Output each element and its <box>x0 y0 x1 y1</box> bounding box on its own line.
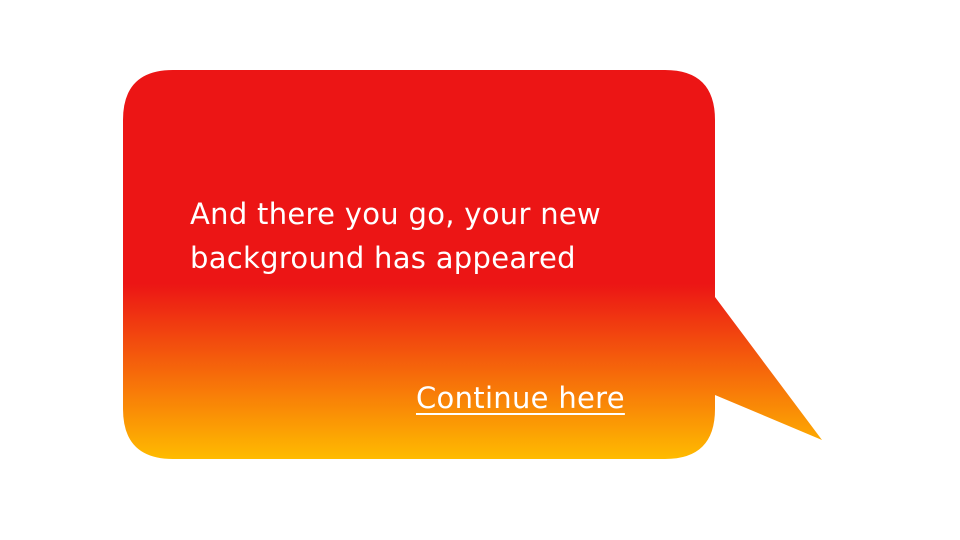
bubble-message: And there you go, your new background ha… <box>190 197 602 275</box>
continue-link[interactable]: Continue here <box>416 376 625 420</box>
slide-canvas: And there you go, your new background ha… <box>0 0 960 540</box>
